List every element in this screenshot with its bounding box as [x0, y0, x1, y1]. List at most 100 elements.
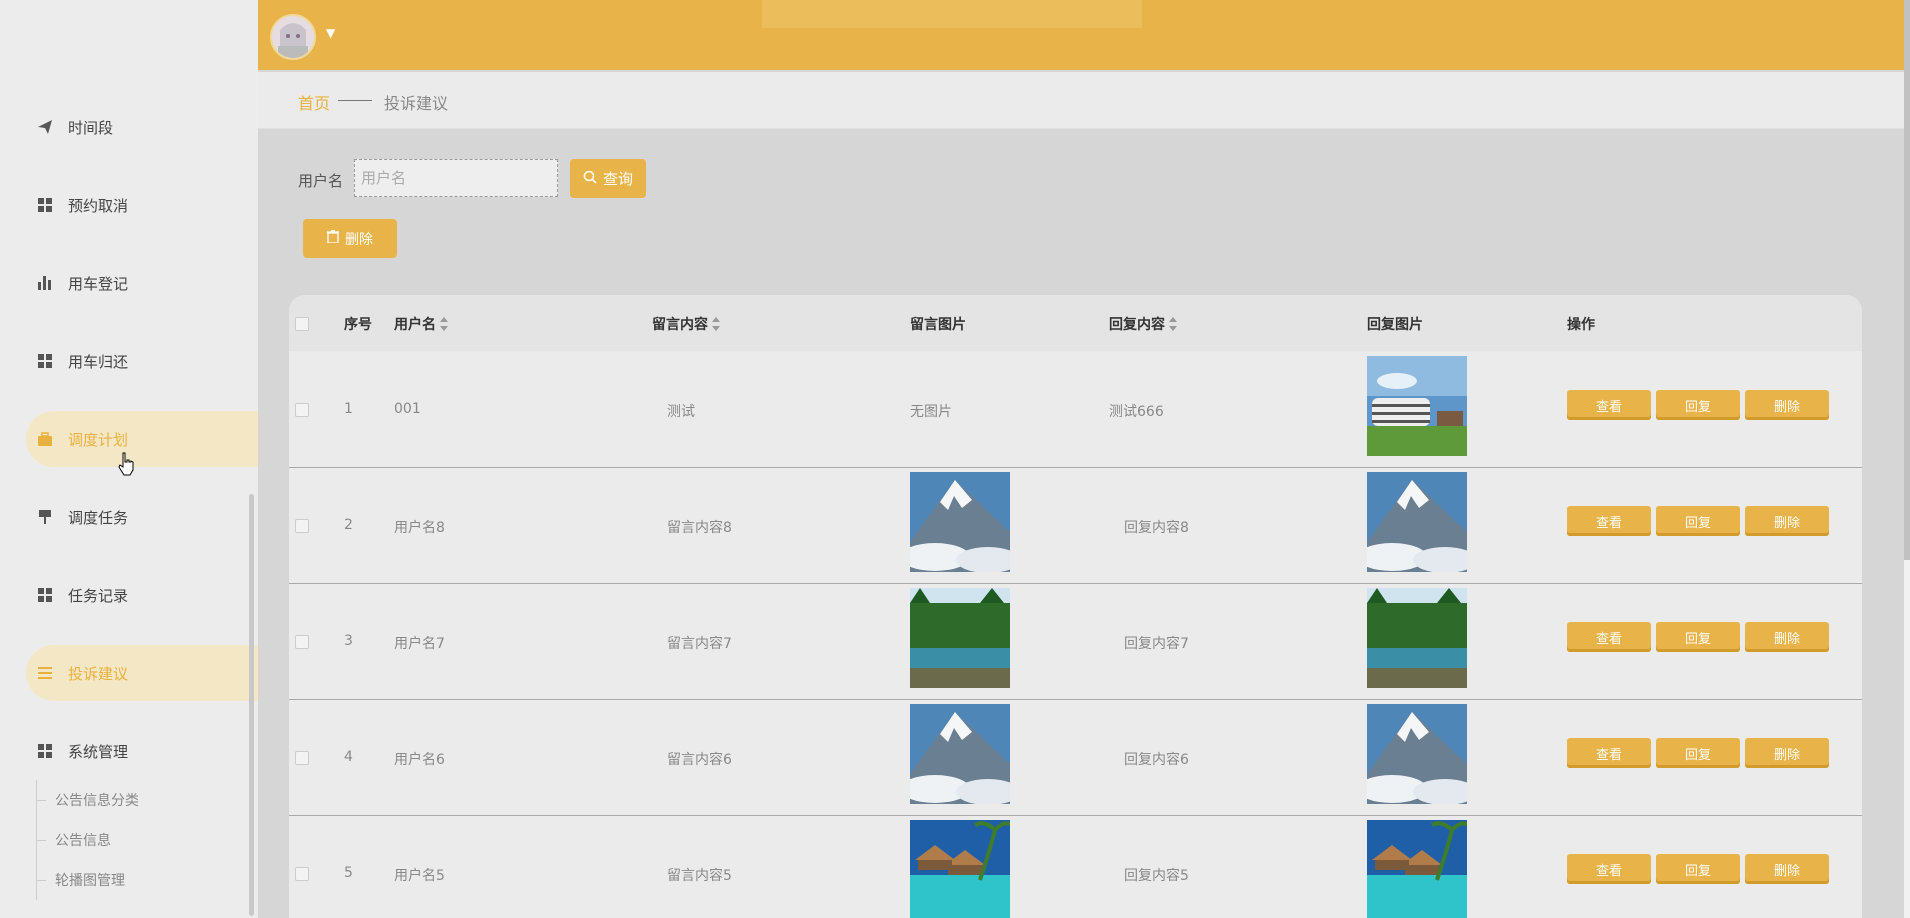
sidebar-item-label: 预约取消 — [68, 196, 129, 215]
cell-username: 用户名8 — [394, 520, 445, 536]
header-image: 留言图片 — [910, 317, 966, 333]
sidebar-item-cancel[interactable]: 预约取消 — [26, 177, 258, 233]
sort-icon[interactable] — [712, 317, 720, 331]
cell-content: 留言内容8 — [667, 520, 732, 536]
breadcrumb-current: 投诉建议 — [384, 94, 449, 113]
top-bar: ▼ — [258, 0, 1904, 70]
sidebar-item-label: 系统管理 — [68, 742, 129, 761]
cell-index: 4 — [344, 749, 353, 765]
sidebar-item-dispatch-plan[interactable]: 调度计划 — [26, 411, 258, 467]
reply-image-beach[interactable] — [1367, 820, 1467, 918]
view-button[interactable]: 查看 — [1567, 506, 1651, 536]
cell-reply: 回复内容5 — [1124, 868, 1189, 884]
message-image-beach[interactable] — [910, 820, 1010, 918]
pin-icon — [36, 508, 54, 526]
row-checkbox[interactable] — [295, 403, 309, 417]
sidebar-item-label: 调度计划 — [68, 430, 129, 449]
paper-plane-icon — [36, 118, 54, 136]
query-button[interactable]: 查询 — [570, 159, 646, 198]
avatar[interactable] — [270, 14, 316, 60]
breadcrumb-separator — [338, 100, 372, 101]
table-header: 序号 用户名 留言内容 留言图片 回复内容 回复图片 操作 — [289, 295, 1862, 351]
select-all-checkbox[interactable] — [295, 317, 309, 331]
batch-delete-button[interactable]: 删除 — [303, 219, 397, 258]
reply-button[interactable]: 回复 — [1656, 390, 1740, 420]
cell-username: 用户名6 — [394, 752, 445, 768]
sort-icon[interactable] — [440, 317, 448, 331]
sort-icon[interactable] — [1169, 317, 1177, 331]
table-row: 4 用户名6 留言内容6 回复内容6 查看 回复 删除 — [289, 699, 1862, 816]
header-content[interactable]: 留言内容 — [652, 314, 720, 334]
reply-button[interactable]: 回复 — [1656, 854, 1740, 884]
sidebar-item-time-slot[interactable]: 时间段 — [26, 99, 258, 155]
delete-button[interactable]: 删除 — [1745, 506, 1829, 536]
view-button[interactable]: 查看 — [1567, 738, 1651, 768]
chevron-down-icon[interactable]: ▼ — [326, 26, 335, 40]
cell-username: 用户名5 — [394, 868, 445, 884]
reply-button[interactable]: 回复 — [1656, 622, 1740, 652]
sidebar-item-car-register[interactable]: 用车登记 — [26, 255, 258, 311]
search-input[interactable] — [354, 159, 558, 197]
grid-icon — [36, 196, 54, 214]
page-scrollbar[interactable] — [1904, 0, 1910, 918]
list-icon — [36, 664, 54, 682]
reply-image-building[interactable] — [1367, 356, 1467, 456]
header-reply-image: 回复图片 — [1367, 317, 1423, 333]
breadcrumb-home[interactable]: 首页 — [298, 90, 330, 114]
reply-image-mountain[interactable] — [1367, 704, 1467, 804]
hand-cursor-icon — [118, 452, 136, 480]
delete-button[interactable]: 删除 — [1745, 738, 1829, 768]
message-image-mountain[interactable] — [910, 472, 1010, 572]
submenu-notice-category[interactable]: 公告信息分类 — [55, 790, 139, 810]
sidebar-item-complaints[interactable]: 投诉建议 — [26, 645, 258, 701]
row-checkbox[interactable] — [295, 867, 309, 881]
bar-chart-icon — [36, 274, 54, 292]
view-button[interactable]: 查看 — [1567, 622, 1651, 652]
message-image-mountain[interactable] — [910, 704, 1010, 804]
search-label: 用户名 — [298, 172, 344, 190]
message-image-forest[interactable] — [910, 588, 1010, 688]
header-username[interactable]: 用户名 — [394, 314, 448, 334]
sidebar-item-system[interactable]: 系统管理 — [26, 723, 258, 779]
reply-button[interactable]: 回复 — [1656, 738, 1740, 768]
header-reply[interactable]: 回复内容 — [1109, 314, 1177, 334]
submenu-carousel[interactable]: 轮播图管理 — [55, 870, 125, 890]
submenu-notice[interactable]: 公告信息 — [55, 830, 111, 850]
reply-image-forest[interactable] — [1367, 588, 1467, 688]
delete-button[interactable]: 删除 — [1745, 390, 1829, 420]
cell-reply: 回复内容8 — [1124, 520, 1189, 536]
view-button[interactable]: 查看 — [1567, 390, 1651, 420]
sidebar-item-label: 时间段 — [68, 118, 114, 137]
view-button[interactable]: 查看 — [1567, 854, 1651, 884]
table-row: 3 用户名7 留言内容7 回复内容7 查看 回复 删除 — [289, 583, 1862, 700]
grid-icon — [36, 352, 54, 370]
reply-button[interactable]: 回复 — [1656, 506, 1740, 536]
sidebar-item-label: 用车归还 — [68, 352, 129, 371]
sidebar-scrollbar[interactable] — [249, 494, 254, 916]
complaints-table: 序号 用户名 留言内容 留言图片 回复内容 回复图片 操作 1 001 测试 无… — [289, 295, 1862, 918]
row-checkbox[interactable] — [295, 519, 309, 533]
sidebar-item-dispatch-task[interactable]: 调度任务 — [26, 489, 258, 545]
row-checkbox[interactable] — [295, 751, 309, 765]
table-row: 2 用户名8 留言内容8 回复内容8 查看 回复 删除 — [289, 467, 1862, 584]
table-row: 1 001 测试 无图片 测试666 查看 回复 删除 — [289, 351, 1862, 468]
cell-content: 测试 — [667, 404, 695, 420]
delete-button[interactable]: 删除 — [1745, 622, 1829, 652]
grid-icon — [36, 586, 54, 604]
submenu-tick — [36, 880, 46, 881]
cell-username: 用户名7 — [394, 636, 445, 652]
cell-index: 3 — [344, 633, 353, 649]
trash-icon — [327, 230, 339, 247]
row-checkbox[interactable] — [295, 635, 309, 649]
sidebar-item-car-return[interactable]: 用车归还 — [26, 333, 258, 389]
cell-username: 001 — [394, 401, 421, 417]
briefcase-icon — [36, 430, 54, 448]
header-actions: 操作 — [1567, 317, 1595, 333]
header-index: 序号 — [344, 317, 372, 333]
search-icon — [583, 170, 597, 188]
reply-image-mountain[interactable] — [1367, 472, 1467, 572]
sidebar-item-task-record[interactable]: 任务记录 — [26, 567, 258, 623]
cell-content: 留言内容6 — [667, 752, 732, 768]
delete-button[interactable]: 删除 — [1745, 854, 1829, 884]
cell-reply: 回复内容6 — [1124, 752, 1189, 768]
